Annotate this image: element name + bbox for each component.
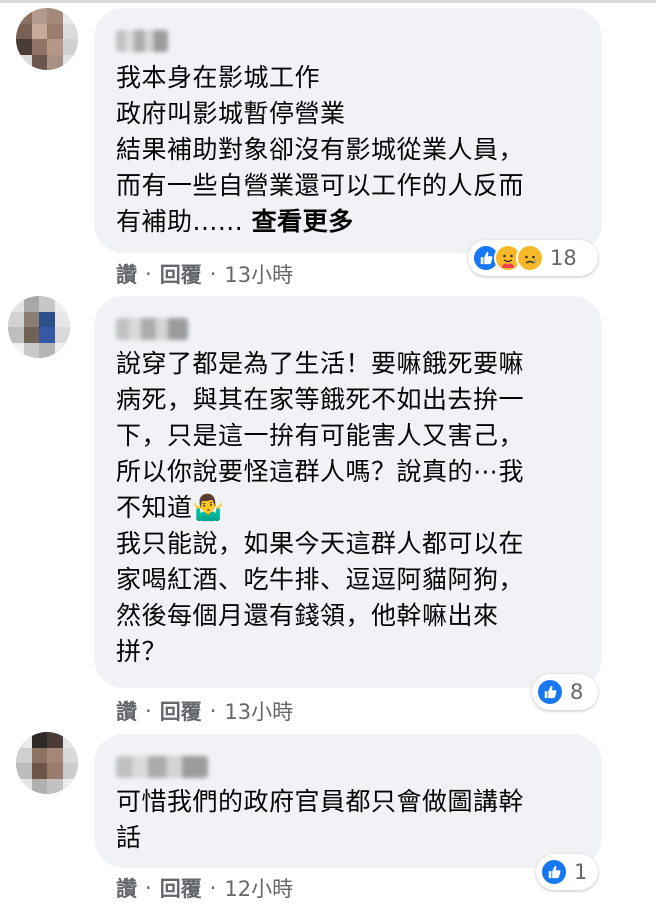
see-more-link[interactable]: 查看更多	[252, 207, 354, 236]
like-button[interactable]: 讚	[116, 873, 137, 903]
separator-dot: ·	[209, 262, 217, 286]
reaction-count: 1	[574, 860, 588, 884]
separator-dot: ·	[145, 262, 152, 286]
comment-actions: 讚 · 回覆 · 13小時	[116, 259, 293, 289]
commenter-name[interactable]	[116, 318, 188, 340]
like-button[interactable]: 讚	[116, 259, 137, 289]
reaction-summary[interactable]: 1	[536, 854, 598, 890]
like-button[interactable]: 讚	[116, 696, 137, 726]
reply-button[interactable]: 回覆	[160, 696, 202, 726]
avatar[interactable]	[16, 8, 78, 70]
reaction-count: 8	[570, 680, 584, 704]
comment-actions: 讚 · 回覆 · 12小時	[116, 873, 293, 903]
like-icon	[536, 678, 564, 706]
comment-line: 結果補助對象卻沒有影城從業人員，	[116, 135, 525, 164]
divider-line	[0, 0, 656, 3]
comment-line: 有補助......	[116, 207, 244, 236]
timestamp-link[interactable]: 12小時	[224, 873, 293, 903]
reaction-count: 18	[550, 246, 577, 270]
avatar[interactable]	[16, 732, 78, 794]
comment-bubble: 說穿了都是為了生活！要嘛餓死要嘛 病死，與其在家等餓死不如出去拚一 下，只是這一…	[94, 296, 602, 688]
separator-dot: ·	[209, 699, 217, 723]
like-icon	[540, 858, 568, 886]
comment-text: 我本身在影城工作 政府叫影城暫停營業結果補助對象卻沒有影城從業人員， 而有一些自營業…	[116, 60, 582, 240]
sad-icon	[516, 244, 544, 272]
separator-dot: ·	[145, 699, 152, 723]
avatar[interactable]	[8, 296, 70, 358]
commenter-name[interactable]	[116, 756, 208, 778]
reaction-summary[interactable]: 8	[532, 674, 598, 710]
timestamp-link[interactable]: 13小時	[224, 696, 293, 726]
timestamp-link[interactable]: 13小時	[224, 259, 293, 289]
comment-line: 而有一些自營業還可以工作的人反而	[116, 171, 525, 200]
reaction-summary[interactable]: 18	[468, 240, 598, 276]
comment-bubble: 我本身在影城工作 政府叫影城暫停營業結果補助對象卻沒有影城從業人員， 而有一些自營業…	[94, 8, 602, 253]
comment-line: 政府叫影城暫停營業	[116, 99, 346, 128]
comment-text: 說穿了都是為了生活！要嘛餓死要嘛 病死，與其在家等餓死不如出去拚一 下，只是這一…	[116, 349, 525, 666]
comment-bubble: 可惜我們的政府官員都只會做圖講幹 話	[94, 734, 602, 868]
reply-button[interactable]: 回覆	[160, 873, 202, 903]
comment-line: 我本身在影城工作	[116, 63, 321, 92]
reply-button[interactable]: 回覆	[160, 259, 202, 289]
separator-dot: ·	[209, 876, 217, 900]
comment-actions: 讚 · 回覆 · 13小時	[116, 696, 293, 726]
separator-dot: ·	[145, 876, 152, 900]
comment-text: 可惜我們的政府官員都只會做圖講幹 話	[116, 787, 525, 852]
commenter-name[interactable]	[116, 30, 168, 52]
